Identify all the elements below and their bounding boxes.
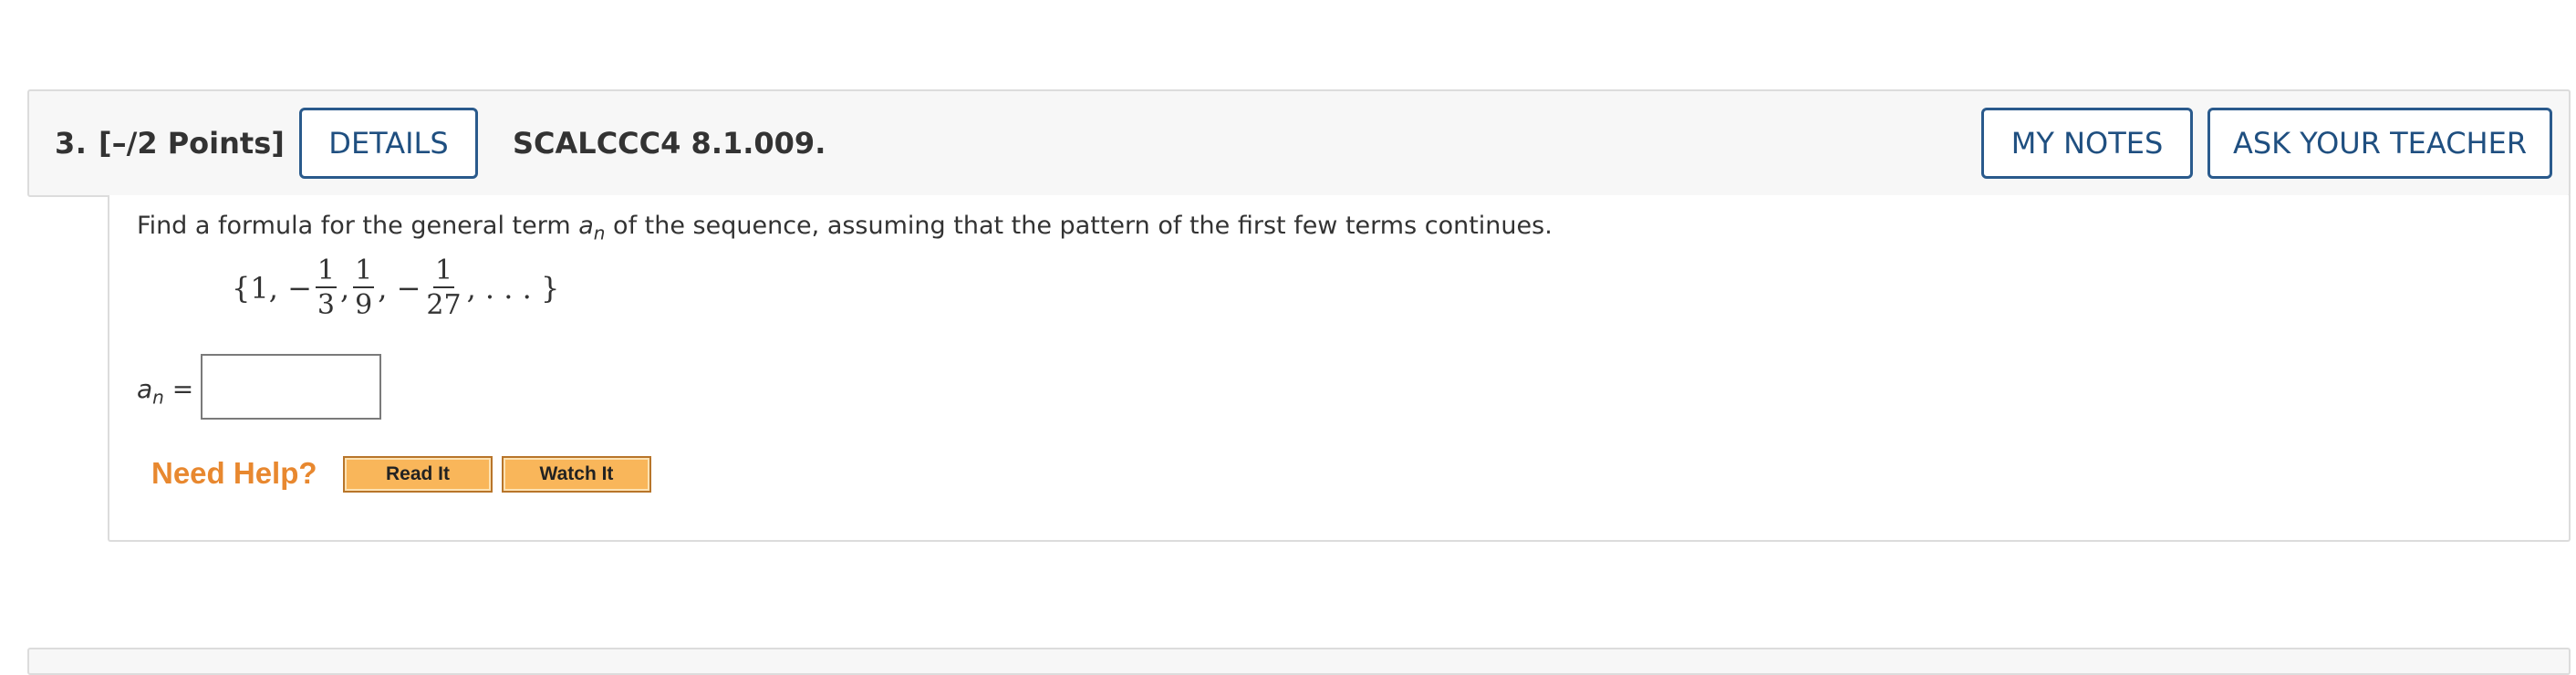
ask-your-teacher-button[interactable]: ASK YOUR TEACHER <box>2207 108 2552 179</box>
answer-equals: = <box>171 374 194 404</box>
prompt-text-before: Find a formula for the general term <box>137 212 579 240</box>
answer-variable-subscript: n <box>152 386 164 409</box>
question-points: [–/2 Points] <box>99 126 285 161</box>
question-prompt: Find a formula for the general term an o… <box>137 212 1553 244</box>
prompt-term-subscript: n <box>593 222 606 244</box>
question-body: Find a formula for the general term an o… <box>108 195 2571 542</box>
read-it-button[interactable]: Read It <box>343 456 493 493</box>
question-code: SCALCCC4 8.1.009. <box>513 126 826 161</box>
prompt-term-variable: an <box>578 212 605 244</box>
fraction-numerator: 1 <box>353 254 375 288</box>
fraction-denominator: 3 <box>317 289 335 321</box>
my-notes-button[interactable]: MY NOTES <box>1981 108 2193 179</box>
fraction-one-ninth: 1 9 <box>353 254 375 321</box>
sequence-open: {1, − <box>232 271 312 306</box>
fraction-denominator: 27 <box>426 289 462 321</box>
fraction-numerator: 1 <box>432 254 455 288</box>
fraction-one-third: 1 3 <box>315 254 337 321</box>
fraction-numerator: 1 <box>315 254 337 288</box>
fraction-one-twenty-seventh: 1 27 <box>424 257 462 319</box>
answer-label: an = <box>137 374 193 409</box>
sequence-separator: , − <box>378 271 421 306</box>
sequence-expression: {1, − 1 3 , 1 9 , − 1 27 , . . . } <box>230 254 561 323</box>
prompt-term-letter: a <box>578 212 594 240</box>
sequence-close: , . . . } <box>466 271 560 306</box>
need-help-label: Need Help? <box>151 456 317 490</box>
question-header: 3. [–/2 Points] DETAILS SCALCCC4 8.1.009… <box>27 89 2571 197</box>
answer-variable-letter: a <box>137 374 153 404</box>
watch-it-button[interactable]: Watch It <box>502 456 651 493</box>
details-button[interactable]: DETAILS <box>299 108 478 179</box>
next-question-card <box>27 648 2571 675</box>
answer-variable: an <box>137 374 164 409</box>
sequence-separator: , <box>339 271 350 306</box>
fraction-denominator: 9 <box>355 289 373 321</box>
answer-input[interactable] <box>201 354 381 420</box>
prompt-text-after: of the sequence, assuming that the patte… <box>605 212 1553 240</box>
question-number: 3. <box>55 126 88 161</box>
